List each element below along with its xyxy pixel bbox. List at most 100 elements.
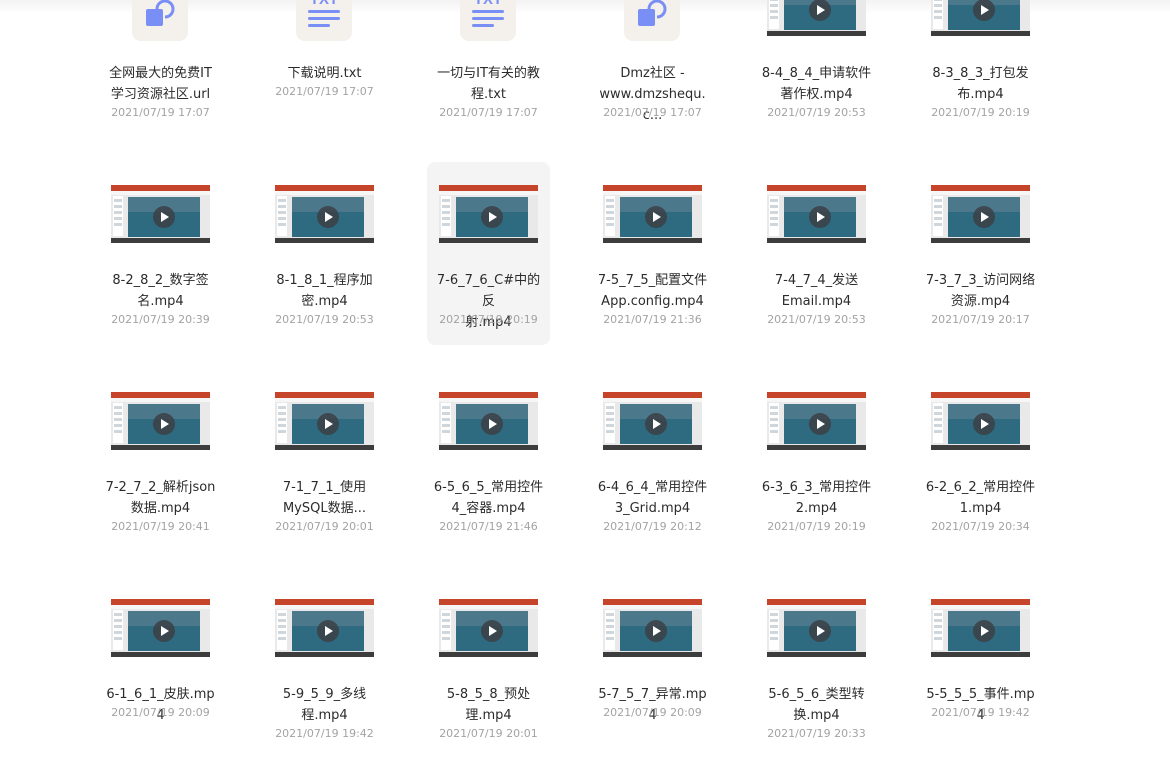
file-tile[interactable]: 7-6_7_6_C#中的反 射.mp4 2021/07/19 20:19	[427, 162, 550, 345]
play-icon	[931, 185, 1030, 243]
play-icon	[767, 392, 866, 450]
file-tile[interactable]: 8-4_8_4_申请软件 著作权.mp4 2021/07/19 20:53	[755, 0, 878, 138]
file-date: 2021/07/19 20:34	[931, 520, 1030, 533]
play-icon	[275, 599, 374, 657]
link-file-icon	[624, 0, 680, 41]
video-thumbnail	[439, 599, 538, 657]
file-name-line: Email.mp4	[781, 294, 852, 309]
file-name-line: 3_Grid.mp4	[614, 501, 691, 516]
play-icon	[111, 392, 210, 450]
file-name: 7-1_7_1_使用 MySQL数据...	[267, 477, 382, 519]
file-date: 2021/07/19 21:46	[439, 520, 538, 533]
video-thumbnail	[275, 392, 374, 450]
video-thumbnail	[931, 0, 1030, 36]
play-icon	[439, 392, 538, 450]
file-name: 5-8_5_8_预处 理.mp4	[431, 684, 546, 726]
file-name: 6-2_6_2_常用控件 1.mp4	[923, 477, 1038, 519]
file-tile[interactable]: 5-8_5_8_预处 理.mp4 2021/07/19 20:01	[427, 576, 550, 759]
file-tile[interactable]: 7-4_7_4_发送 Email.mp4 2021/07/19 20:53	[755, 162, 878, 345]
file-tile[interactable]: 5-5_5_5_事件.mp4 2021/07/19 19:42	[919, 576, 1042, 759]
file-name: 5-7_5_7_异常.mp4	[595, 684, 710, 726]
file-tile[interactable]: 6-2_6_2_常用控件 1.mp4 2021/07/19 20:34	[919, 369, 1042, 552]
play-icon	[767, 599, 866, 657]
file-name: 一切与IT有关的教 程.txt	[431, 63, 546, 105]
file-date: 2021/07/19 17:07	[111, 106, 210, 119]
file-name-line: 下载说明.txt	[287, 66, 362, 81]
file-date: 2021/07/19 20:01	[275, 520, 374, 533]
video-thumbnail	[439, 185, 538, 243]
file-date: 2021/07/19 20:01	[439, 727, 538, 740]
video-thumbnail	[767, 392, 866, 450]
video-thumbnail	[931, 185, 1030, 243]
file-name-line: 学习资源社区.url	[110, 87, 211, 102]
file-name-line: 7-6_7_6_C#中的反	[436, 273, 541, 309]
play-icon	[603, 599, 702, 657]
file-tile[interactable]: 5-9_5_9_多线 程.mp4 2021/07/19 19:42	[263, 576, 386, 759]
file-tile[interactable]: 8-3_8_3_打包发 布.mp4 2021/07/19 20:19	[919, 0, 1042, 138]
file-date: 2021/07/19 20:39	[111, 313, 210, 326]
file-name-line: 著作权.mp4	[780, 87, 853, 102]
file-tile[interactable]: 6-4_6_4_常用控件 3_Grid.mp4 2021/07/19 20:12	[591, 369, 714, 552]
file-name-line: 5-6_5_6_类型转	[768, 687, 865, 702]
play-icon	[767, 0, 866, 36]
video-thumbnail	[767, 599, 866, 657]
file-name-line: 6-1_6_1_皮肤.mp4	[106, 687, 215, 723]
file-date: 2021/07/19 20:53	[275, 313, 374, 326]
play-icon	[603, 392, 702, 450]
play-icon	[275, 392, 374, 450]
file-date: 2021/07/19 19:42	[275, 727, 374, 740]
file-name: 全网最大的免费IT 学习资源社区.url	[103, 63, 218, 105]
file-tile[interactable]: 6-3_6_3_常用控件 2.mp4 2021/07/19 20:19	[755, 369, 878, 552]
file-date: 2021/07/19 21:36	[603, 313, 702, 326]
video-thumbnail	[931, 392, 1030, 450]
file-date: 2021/07/19 17:07	[439, 106, 538, 119]
file-name-line: 8-3_8_3_打包发	[932, 66, 1029, 81]
file-name: 6-4_6_4_常用控件 3_Grid.mp4	[595, 477, 710, 519]
play-icon	[931, 392, 1030, 450]
video-thumbnail	[603, 392, 702, 450]
file-tile[interactable]: 6-5_6_5_常用控件 4_容器.mp4 2021/07/19 21:46	[427, 369, 550, 552]
file-name-line: 换.mp4	[793, 708, 840, 723]
file-name-line: 程.txt	[470, 87, 507, 102]
file-name: 7-5_7_5_配置文件 App.config.mp4	[595, 270, 710, 312]
file-tile[interactable]: 7-3_7_3_访问网络 资源.mp4 2021/07/19 20:17	[919, 162, 1042, 345]
play-icon	[931, 0, 1030, 36]
play-icon	[111, 599, 210, 657]
file-name-line: 6-5_6_5_常用控件	[433, 480, 544, 495]
file-tile[interactable]: 6-1_6_1_皮肤.mp4 2021/07/19 20:09	[99, 576, 222, 759]
file-name-line: 8-4_8_4_申请软件	[761, 66, 872, 81]
file-tile[interactable]: 7-5_7_5_配置文件 App.config.mp4 2021/07/19 21:…	[591, 162, 714, 345]
file-tile[interactable]: 8-2_8_2_数字签 名.mp4 2021/07/19 20:39	[99, 162, 222, 345]
file-tile[interactable]: TXT 下载说明.txt 2021/07/19 17:07	[263, 0, 386, 138]
file-tile[interactable]: 5-7_5_7_异常.mp4 2021/07/19 20:09	[591, 576, 714, 759]
file-name-line: 6-2_6_2_常用控件	[925, 480, 1036, 495]
file-date: 2021/07/19 20:19	[767, 520, 866, 533]
video-thumbnail	[111, 392, 210, 450]
video-thumbnail	[439, 392, 538, 450]
file-tile[interactable]: 5-6_5_6_类型转 换.mp4 2021/07/19 20:33	[755, 576, 878, 759]
file-name-line: 数据.mp4	[130, 501, 191, 516]
file-name: 下载说明.txt	[267, 63, 382, 84]
file-name-line: 布.mp4	[957, 87, 1004, 102]
file-tile[interactable]: TXT 一切与IT有关的教程.txt2021/07/19 17:07	[427, 0, 550, 138]
txt-file-icon: TXT	[460, 0, 516, 41]
file-tile[interactable]: 7-1_7_1_使用 MySQL数据... 2021/07/19 20:01	[263, 369, 386, 552]
svg-text:TXT: TXT	[474, 0, 502, 8]
file-name: 8-4_8_4_申请软件 著作权.mp4	[759, 63, 874, 105]
video-thumbnail	[931, 599, 1030, 657]
file-name-line: 密.mp4	[301, 294, 348, 309]
video-thumbnail	[603, 599, 702, 657]
file-tile[interactable]: Dmz社区 - www.dmzshequ.c... 2021/07/19 17:07	[591, 0, 714, 138]
file-date: 2021/07/19 17:07	[603, 106, 702, 119]
video-thumbnail	[603, 185, 702, 243]
file-name: 7-2_7_2_解析json 数据.mp4	[103, 477, 218, 519]
file-name-line: 4_容器.mp4	[451, 501, 526, 516]
file-tile[interactable]: 8-1_8_1_程序加 密.mp4 2021/07/19 20:53	[263, 162, 386, 345]
file-name-line: 1.mp4	[959, 501, 1002, 516]
file-tile[interactable]: 7-2_7_2_解析json 数据.mp4 2021/07/19 20:41	[99, 369, 222, 552]
file-name-line: 5-9_5_9_多线	[282, 687, 367, 702]
file-name-line: 理.mp4	[465, 708, 512, 723]
play-icon	[603, 185, 702, 243]
file-tile[interactable]: 全网最大的免费IT 学习资源社区.url 2021/07/19 17:07	[99, 0, 222, 138]
file-date: 2021/07/19 20:53	[767, 106, 866, 119]
